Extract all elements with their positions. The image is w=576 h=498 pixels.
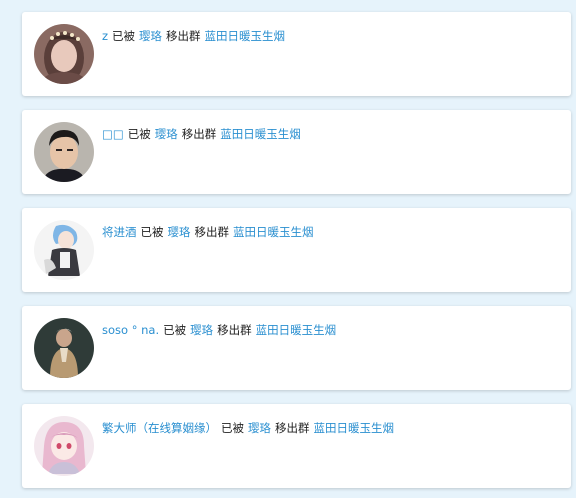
action-text: 移出群 xyxy=(194,225,230,239)
actor-link[interactable]: 璎珞 xyxy=(190,323,213,337)
user-name-link[interactable]: z xyxy=(102,29,108,43)
notification-card: □□ 已被 璎珞 移出群 蓝田日暖玉生烟 xyxy=(22,110,571,194)
user-avatar[interactable] xyxy=(34,220,94,280)
group-link[interactable]: 蓝田日暖玉生烟 xyxy=(205,29,286,43)
group-link[interactable]: 蓝田日暖玉生烟 xyxy=(256,323,337,337)
actor-link[interactable]: 璎珞 xyxy=(155,127,178,141)
actor-link[interactable]: 璎珞 xyxy=(168,225,191,239)
action-text: 移出群 xyxy=(275,421,310,435)
notification-text: soso ° na. 已被 璎珞 移出群 蓝田日暖玉生烟 xyxy=(102,323,336,337)
notification-card: soso ° na. 已被 璎珞 移出群 蓝田日暖玉生烟 xyxy=(22,306,571,390)
user-avatar[interactable] xyxy=(34,122,94,182)
action-text: 移出群 xyxy=(217,323,252,337)
actor-link[interactable]: 璎珞 xyxy=(139,29,162,43)
notification-text: z 已被 璎珞 移出群 蓝田日暖玉生烟 xyxy=(102,29,285,43)
user-avatar[interactable] xyxy=(34,318,94,378)
actor-link[interactable]: 璎珞 xyxy=(248,421,271,435)
notification-card: 将进酒 已被 璎珞 移出群 蓝田日暖玉生烟 xyxy=(22,208,571,292)
man-portrait-avatar xyxy=(34,122,94,182)
user-avatar[interactable] xyxy=(34,416,94,476)
notification-text: □□ 已被 璎珞 移出群 蓝田日暖玉生烟 xyxy=(102,127,301,141)
girl-portrait-avatar xyxy=(34,24,94,84)
user-name-link[interactable]: soso ° na. xyxy=(102,323,159,337)
notification-card: z 已被 璎珞 移出群 蓝田日暖玉生烟 xyxy=(22,12,571,96)
notification-text: 将进酒 已被 璎珞 移出群 蓝田日暖玉生烟 xyxy=(102,225,314,239)
group-link[interactable]: 蓝田日暖玉生烟 xyxy=(314,421,395,435)
user-name-link[interactable]: 繁大师（在线算姻缘） xyxy=(102,421,217,435)
user-name-link[interactable]: 将进酒 xyxy=(102,225,137,239)
notification-card: 繁大师（在线算姻缘） 已被 璎珞 移出群 蓝田日暖玉生烟 xyxy=(22,404,571,488)
action-text: 移出群 xyxy=(181,127,217,141)
verb-text: 已被 xyxy=(221,421,244,435)
verb-text: 已被 xyxy=(127,127,151,141)
anime-character-avatar xyxy=(34,220,94,280)
user-avatar[interactable] xyxy=(34,24,94,84)
verb-text: 已被 xyxy=(112,29,136,43)
user-name-link[interactable]: □□ xyxy=(102,127,124,141)
verb-text: 已被 xyxy=(140,225,164,239)
action-text: 移出群 xyxy=(166,29,201,43)
group-link[interactable]: 蓝田日暖玉生烟 xyxy=(233,225,314,239)
anime-girl-avatar xyxy=(34,416,94,476)
group-link[interactable]: 蓝田日暖玉生烟 xyxy=(220,127,301,141)
notification-feed: z已被璎珞移出群蓝田日暖玉生烟 □□已被璎珞移出群蓝田日暖玉生烟 xyxy=(0,0,576,498)
verb-text: 已被 xyxy=(163,323,187,337)
notification-text: 繁大师（在线算姻缘） 已被 璎珞 移出群 蓝田日暖玉生烟 xyxy=(102,421,394,435)
dark-portrait-avatar xyxy=(34,318,94,378)
